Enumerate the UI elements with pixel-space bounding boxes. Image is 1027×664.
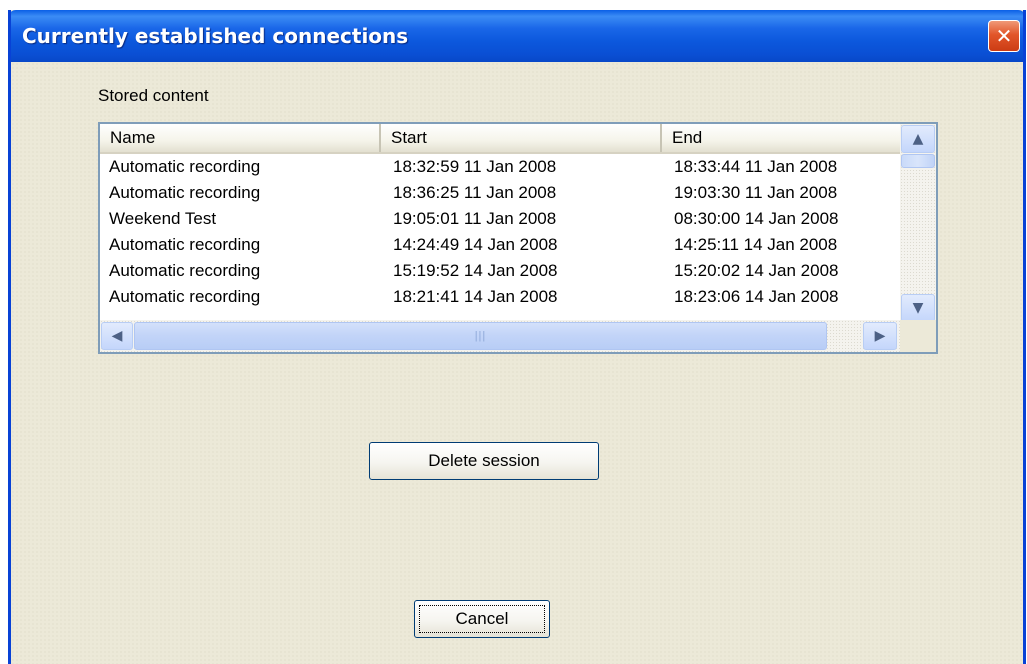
column-header-name[interactable]: Name bbox=[100, 124, 381, 152]
stored-content-label: Stored content bbox=[98, 86, 209, 105]
list-item[interactable]: Automatic recording 18:32:59 11 Jan 2008… bbox=[100, 154, 900, 180]
chevron-left-icon: ◀ bbox=[111, 328, 123, 344]
cell-name: Automatic recording bbox=[109, 261, 261, 280]
column-header-start[interactable]: Start bbox=[381, 124, 662, 152]
cell-end: 08:30:00 14 Jan 2008 bbox=[674, 209, 839, 228]
list-item[interactable]: Automatic recording 18:21:41 14 Jan 2008… bbox=[100, 284, 900, 309]
scroll-right-button[interactable]: ▶ bbox=[863, 322, 897, 350]
scroll-up-button[interactable]: ▲ bbox=[901, 125, 935, 153]
cell-name: Automatic recording bbox=[109, 157, 261, 176]
scroll-left-button[interactable]: ◀ bbox=[101, 322, 133, 350]
cell-start: 18:32:59 11 Jan 2008 bbox=[393, 157, 557, 176]
cell-name: Weekend Test bbox=[109, 209, 217, 228]
grip-icon: ||| bbox=[474, 330, 487, 342]
cell-end: 14:25:11 14 Jan 2008 bbox=[674, 235, 838, 254]
cell-name: Automatic recording bbox=[109, 235, 261, 254]
horizontal-scrollbar[interactable]: ◀ ||| ▶ bbox=[100, 320, 936, 352]
cell-end: 19:03:30 11 Jan 2008 bbox=[674, 183, 838, 202]
list-item[interactable]: Weekend Test 19:05:01 11 Jan 2008 08:30:… bbox=[100, 206, 900, 232]
cancel-button-label: Cancel bbox=[419, 605, 545, 633]
sessions-list[interactable]: Name Start End Automatic recording 18:32… bbox=[98, 122, 938, 354]
horizontal-scroll-thumb[interactable]: ||| bbox=[134, 322, 827, 350]
delete-session-button[interactable]: Delete session bbox=[369, 442, 599, 480]
list-item[interactable]: Automatic recording 15:19:52 14 Jan 2008… bbox=[100, 258, 900, 284]
vertical-scrollbar[interactable]: ▲ ▼ bbox=[900, 124, 936, 324]
chevron-down-icon: ▼ bbox=[912, 300, 924, 316]
cell-start: 19:05:01 11 Jan 2008 bbox=[393, 209, 557, 228]
chevron-right-icon: ▶ bbox=[874, 328, 886, 344]
cell-start: 18:21:41 14 Jan 2008 bbox=[393, 287, 558, 306]
title-bar[interactable]: Currently established connections ✕ bbox=[11, 10, 1023, 62]
cancel-button[interactable]: Cancel bbox=[414, 600, 550, 638]
scrollbar-corner bbox=[900, 320, 936, 352]
dialog-client-area: Stored content Name Start End Automatic … bbox=[11, 62, 1023, 664]
cell-start: 14:24:49 14 Jan 2008 bbox=[393, 235, 558, 254]
cell-start: 15:19:52 14 Jan 2008 bbox=[393, 261, 558, 280]
column-header-end[interactable]: End bbox=[662, 124, 900, 152]
vertical-scroll-thumb[interactable] bbox=[901, 154, 935, 168]
close-icon: ✕ bbox=[995, 24, 1013, 48]
list-item[interactable]: Automatic recording 18:36:25 11 Jan 2008… bbox=[100, 180, 900, 206]
cell-end: 18:33:44 11 Jan 2008 bbox=[674, 157, 838, 176]
cell-end: 15:20:02 14 Jan 2008 bbox=[674, 261, 839, 280]
window-title: Currently established connections bbox=[22, 24, 409, 48]
dialog-window: Currently established connections ✕ Stor… bbox=[8, 10, 1026, 664]
list-rows: Automatic recording 18:32:59 11 Jan 2008… bbox=[100, 154, 900, 309]
cell-name: Automatic recording bbox=[109, 183, 261, 202]
list-header: Name Start End bbox=[100, 124, 900, 154]
close-button[interactable]: ✕ bbox=[988, 20, 1020, 52]
scroll-down-button[interactable]: ▼ bbox=[901, 294, 935, 322]
chevron-up-icon: ▲ bbox=[912, 131, 924, 147]
cell-end: 18:23:06 14 Jan 2008 bbox=[674, 287, 839, 306]
cell-name: Automatic recording bbox=[109, 287, 261, 306]
cell-start: 18:36:25 11 Jan 2008 bbox=[393, 183, 557, 202]
list-item[interactable]: Automatic recording 14:24:49 14 Jan 2008… bbox=[100, 232, 900, 258]
